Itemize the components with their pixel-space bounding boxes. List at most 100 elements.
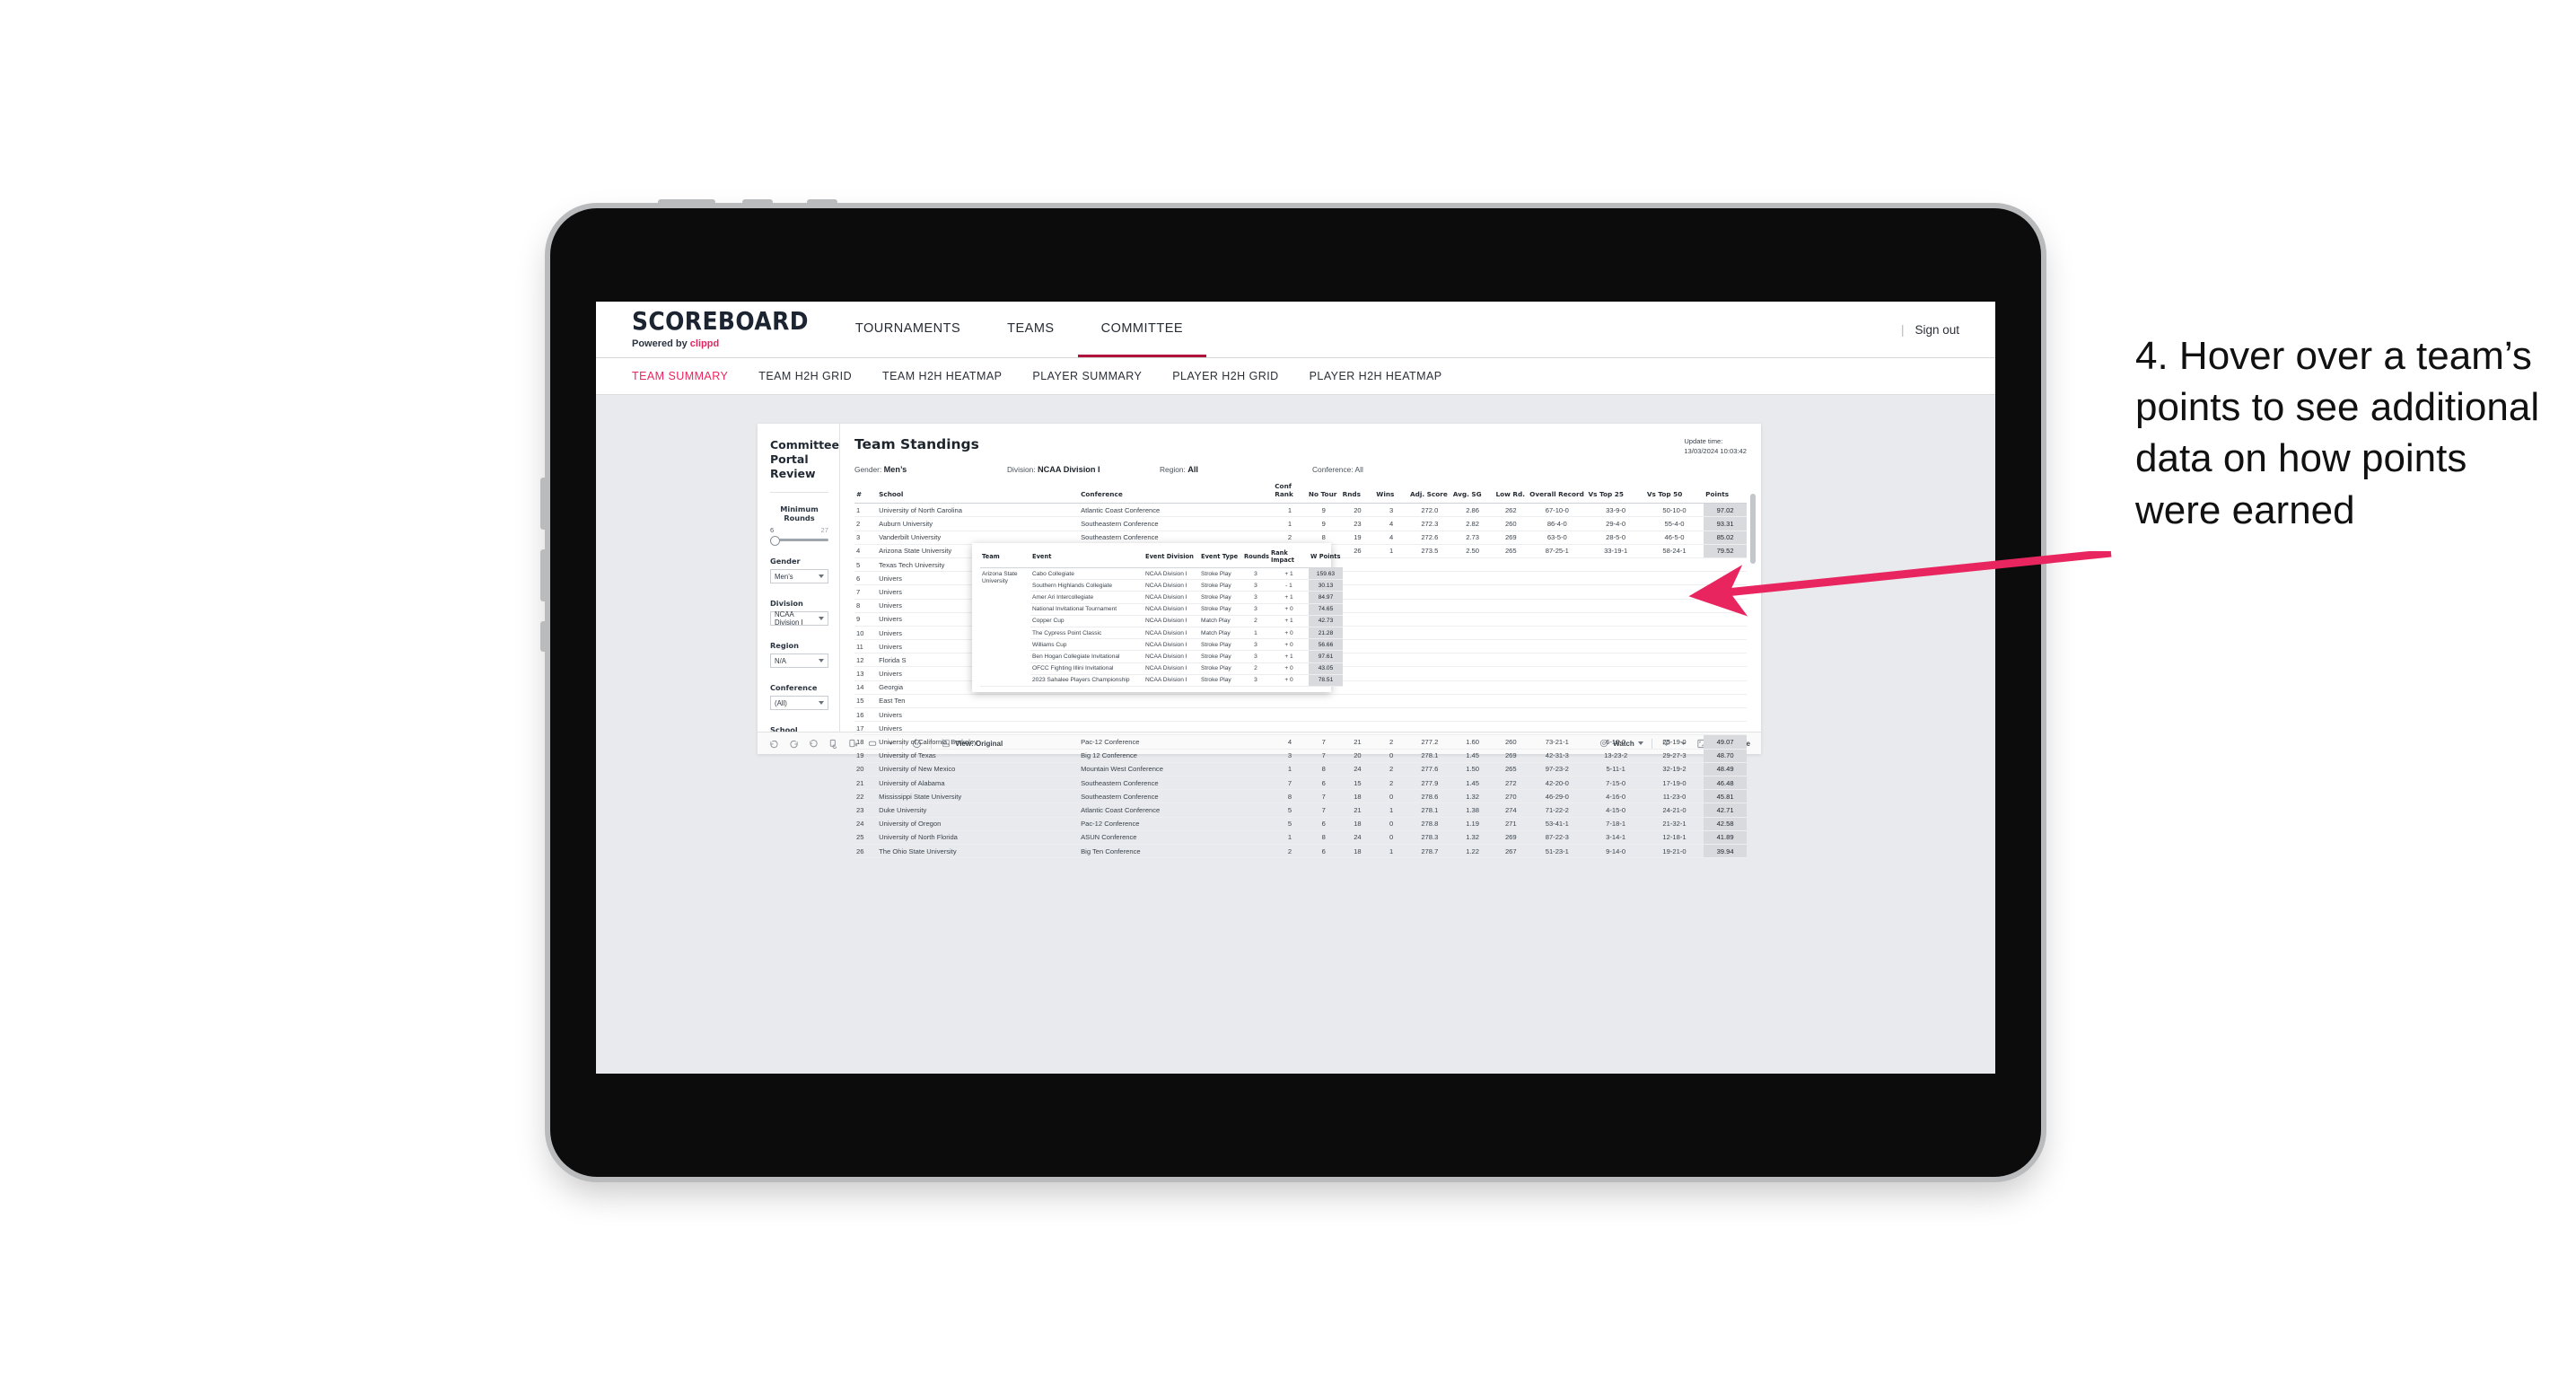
cell-wins: 3 <box>1374 503 1408 518</box>
update-time-label: Update time: <box>1684 437 1723 445</box>
summary-conference-label: Conference: <box>1312 465 1354 474</box>
cell-overall: 42-31-3 <box>1528 749 1587 763</box>
nav-item-committee[interactable]: COMMITTEE <box>1077 302 1207 357</box>
tooltip-cell-type: Match Play <box>1199 627 1242 640</box>
tooltip-row: Amer Ari Intercollegiate NCAA Division IS… <box>980 591 1343 604</box>
tab-player-h2h-grid[interactable]: PLAYER H2H GRID <box>1172 370 1278 382</box>
cell-points <box>1704 571 1747 586</box>
visualization-container: Committee Portal Review Minimum Rounds 6… <box>758 424 1761 859</box>
cell-rnds: 18 <box>1340 789 1375 804</box>
cell-conference: Atlantic Coast Conference <box>1079 503 1274 518</box>
col-rnds[interactable]: Rnds <box>1340 483 1375 504</box>
tooltip-cell-division: NCAA Division I <box>1143 603 1199 616</box>
col-points[interactable]: Points <box>1704 483 1747 504</box>
cell-rnds: 21 <box>1340 803 1375 818</box>
cell-conf-rank: 1 <box>1273 516 1307 531</box>
minimum-rounds-slider[interactable] <box>770 535 828 546</box>
table-row[interactable]: 2 Auburn University Southeastern Conferenc… <box>854 516 1747 531</box>
cell-vs50: 11-23-0 <box>1644 789 1704 804</box>
tablet-volume-button-up <box>540 478 546 530</box>
col-adj-score[interactable]: Adj. Score <box>1407 483 1451 504</box>
cell-adj-score <box>1407 707 1451 723</box>
region-select[interactable]: N/A <box>770 654 828 668</box>
cell-adj-score <box>1407 666 1451 681</box>
table-row[interactable]: 19 University of Texas Big 12 Conference 3 7… <box>854 749 1747 763</box>
cell-avg-sg: 1.60 <box>1450 734 1494 750</box>
nav-item-teams[interactable]: TEAMS <box>984 302 1077 357</box>
cell-low-rd <box>1494 707 1529 723</box>
col-school[interactable]: School <box>877 483 1080 504</box>
cell-vs50 <box>1644 639 1704 654</box>
tooltip-cell-division: NCAA Division I <box>1143 579 1199 592</box>
cell-conference: Big 12 Conference <box>1079 749 1274 763</box>
col-conf-rank[interactable]: Conf Rank <box>1273 482 1307 504</box>
cell-avg-sg: 2.73 <box>1450 531 1494 545</box>
table-row[interactable]: 3 Vanderbilt University Southeastern Confe… <box>854 531 1747 545</box>
cell-overall <box>1528 680 1587 695</box>
cell-points: 79.52 <box>1704 544 1747 558</box>
col-low-rd[interactable]: Low Rd. <box>1494 483 1529 504</box>
summary-gender-label: Gender: <box>854 465 882 474</box>
table-scrollbar[interactable] <box>1750 494 1756 564</box>
tooltip-cell-type: Stroke Play <box>1199 579 1242 592</box>
col-vs-top-50[interactable]: Vs Top 50 <box>1644 483 1704 504</box>
table-row[interactable]: 18 University of California, Berkeley Pac-… <box>854 734 1747 750</box>
table-row[interactable]: 17 Univers <box>854 721 1747 736</box>
cell-avg-sg <box>1450 639 1494 654</box>
tab-team-summary[interactable]: TEAM SUMMARY <box>632 370 728 382</box>
table-row[interactable]: 15 East Ten <box>854 694 1747 709</box>
table-row[interactable]: 23 Duke University Atlantic Coast Conferen… <box>854 803 1747 818</box>
conference-select[interactable]: (All) <box>770 696 828 710</box>
tab-team-h2h-heatmap[interactable]: TEAM H2H HEATMAP <box>882 370 1002 382</box>
table-row[interactable]: 25 University of North Florida ASUN Confer… <box>854 830 1747 845</box>
table-row[interactable]: 22 Mississippi State University Southeaste… <box>854 789 1747 804</box>
table-row[interactable]: 24 University of Oregon Pac-12 Conference 5… <box>854 817 1747 831</box>
cell-rnds: 18 <box>1340 817 1375 831</box>
redo-icon[interactable] <box>788 738 800 750</box>
tab-team-h2h-grid[interactable]: TEAM H2H GRID <box>758 370 852 382</box>
table-row[interactable]: 20 University of New Mexico Mountain West … <box>854 762 1747 776</box>
cell-vs25 <box>1586 666 1645 681</box>
col-avg-sg[interactable]: Avg. SG <box>1450 483 1494 504</box>
col-overall[interactable]: Overall Record <box>1528 483 1587 504</box>
cell-wins <box>1374 694 1408 709</box>
division-select[interactable]: NCAA Division I <box>770 610 828 627</box>
tooltip-header-row: Team Event Event Division Event Type Rou… <box>980 549 1343 568</box>
cell-wins <box>1374 680 1408 695</box>
cell-conf-rank <box>1273 694 1307 709</box>
undo-icon[interactable] <box>768 738 780 750</box>
col-rank[interactable]: # <box>854 483 878 504</box>
cell-low-rd <box>1494 653 1529 668</box>
col-no-tour[interactable]: No Tour <box>1306 483 1341 504</box>
table-row[interactable]: 26 The Ohio State University Big Ten Confe… <box>854 844 1747 859</box>
table-row[interactable]: 21 University of Alabama Southeastern Conf… <box>854 776 1747 791</box>
tooltip-cell-rounds: 2 <box>1242 615 1269 627</box>
region-value: N/A <box>775 656 786 665</box>
cell-overall <box>1528 571 1587 586</box>
col-wins[interactable]: Wins <box>1374 483 1408 504</box>
gender-select[interactable]: Men’s <box>770 569 828 583</box>
col-vs-top-25[interactable]: Vs Top 25 <box>1586 483 1645 504</box>
cell-overall: 51-23-1 <box>1528 844 1587 859</box>
cell-vs25 <box>1586 694 1645 709</box>
signout-area: | Sign out <box>1901 302 1995 357</box>
tooltip-cell-wpoints: 159.63 <box>1309 567 1343 581</box>
region-label: Region <box>770 641 799 650</box>
cell-school: University of North Carolina <box>877 503 1080 518</box>
tooltip-cell-wpoints: 97.61 <box>1309 650 1343 663</box>
col-conference[interactable]: Conference <box>1079 483 1274 504</box>
tooltip-row: Ben Hogan Collegiate Invitational NCAA Di… <box>980 650 1343 663</box>
cell-overall: 87-25-1 <box>1528 544 1587 558</box>
table-row[interactable]: 1 University of North Carolina Atlantic Co… <box>854 503 1747 518</box>
cell-low-rd: 262 <box>1494 503 1529 518</box>
revert-icon[interactable] <box>808 738 819 750</box>
cell-school: Univers <box>877 707 1080 723</box>
sign-out-link[interactable]: Sign out <box>1914 323 1959 337</box>
minimum-rounds-slider-handle[interactable] <box>770 535 780 546</box>
nav-item-tournaments[interactable]: TOURNAMENTS <box>832 302 984 357</box>
refresh-data-icon[interactable] <box>828 738 839 750</box>
cell-low-rd: 274 <box>1494 803 1529 818</box>
tab-player-summary[interactable]: PLAYER SUMMARY <box>1032 370 1142 382</box>
table-row[interactable]: 16 Univers <box>854 707 1747 723</box>
tab-player-h2h-heatmap[interactable]: PLAYER H2H HEATMAP <box>1310 370 1442 382</box>
